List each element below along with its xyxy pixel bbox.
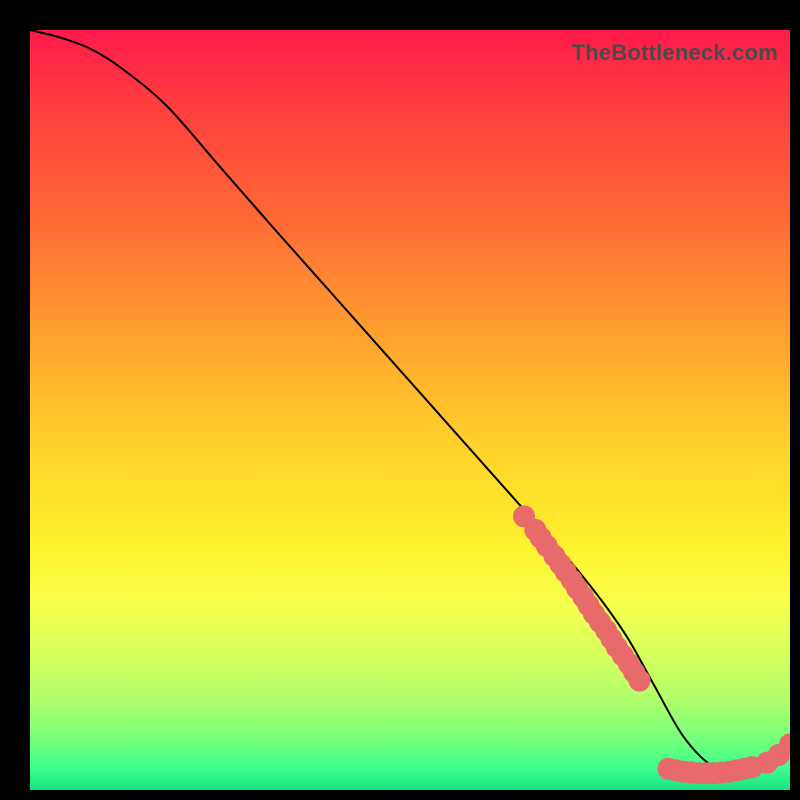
plot-area: TheBottleneck.com: [30, 30, 790, 790]
marker-dot: [783, 737, 790, 751]
marker-dots-group: [517, 509, 790, 780]
line-chart-svg: [30, 30, 790, 790]
chart-frame: TheBottleneck.com: [10, 10, 790, 790]
bottleneck-curve: [30, 30, 790, 775]
marker-dot: [632, 673, 646, 687]
